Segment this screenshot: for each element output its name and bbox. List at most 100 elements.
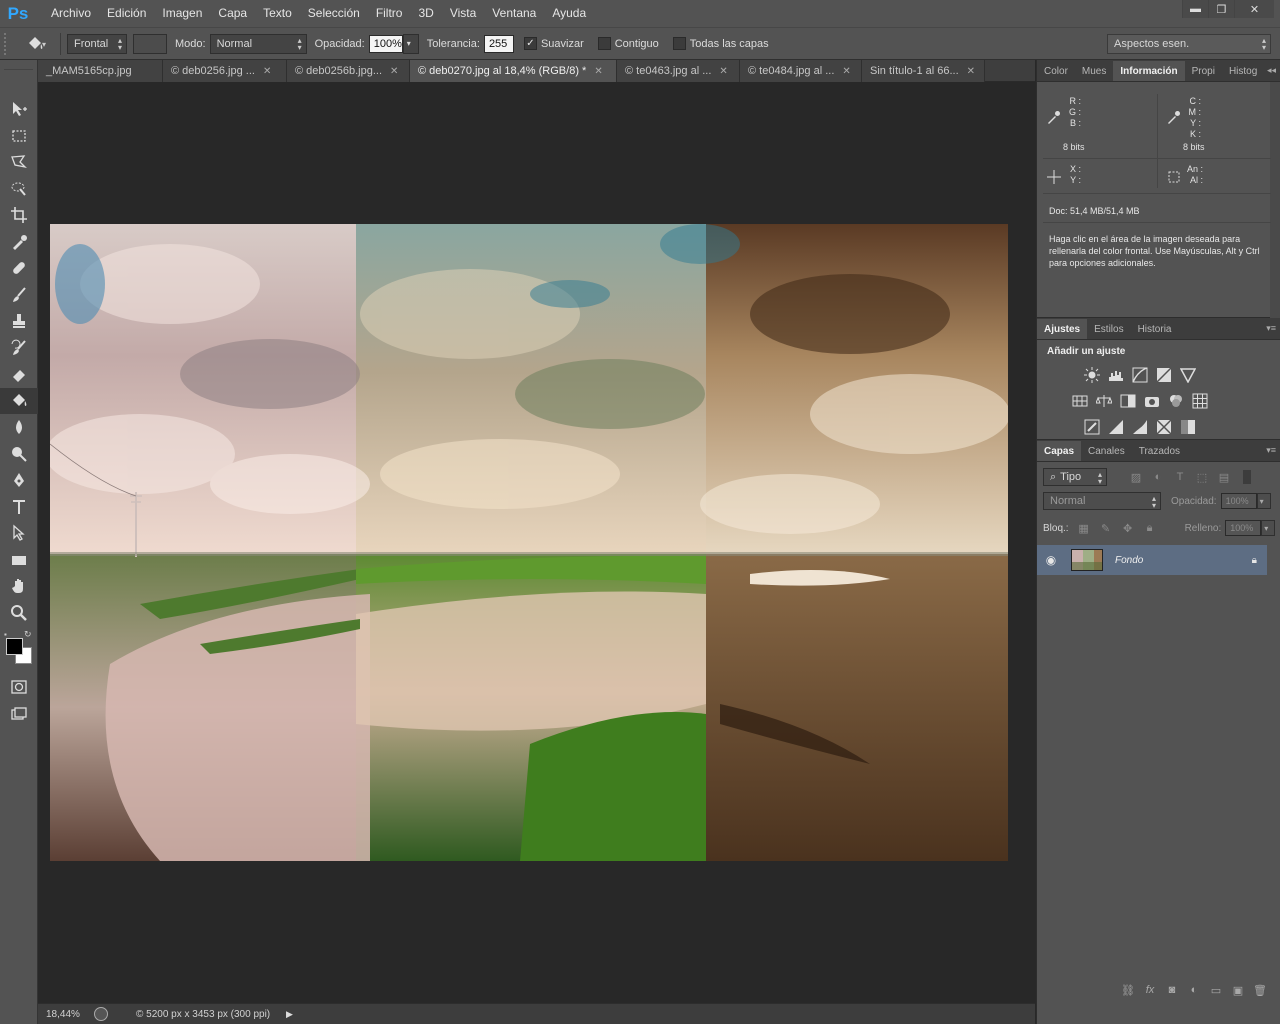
swap-colors-icon[interactable]: ↻ (24, 629, 32, 640)
brightness-contrast-icon[interactable] (1083, 366, 1101, 384)
add-mask-icon[interactable]: ◙ (1161, 982, 1183, 998)
lock-transparency-icon[interactable]: ▦ (1077, 521, 1091, 535)
filter-adjustment-icon[interactable]: ◐ (1151, 470, 1165, 484)
smooth-checkbox[interactable]: ✓ (523, 37, 537, 50)
filter-shape-icon[interactable]: ⬚ (1195, 470, 1209, 484)
menu-edicion[interactable]: Edición (99, 0, 154, 27)
filter-pixel-icon[interactable]: ▨ (1129, 470, 1143, 484)
black-white-icon[interactable] (1119, 392, 1137, 410)
menu-imagen[interactable]: Imagen (154, 0, 210, 27)
path-selection-tool[interactable] (0, 520, 38, 547)
restore-button[interactable]: ❐ (1208, 0, 1234, 18)
pen-tool[interactable] (0, 467, 38, 494)
exposure-icon[interactable] (1155, 366, 1173, 384)
tab-muestras[interactable]: Mues (1075, 61, 1113, 81)
pattern-picker[interactable] (133, 33, 167, 54)
tab-mam5165cp[interactable]: _MAM5165cp.jpg (38, 60, 163, 82)
filter-smart-object-icon[interactable]: ▤ (1217, 470, 1231, 484)
opacity-dropdown[interactable]: ▾ (402, 33, 419, 54)
lock-all-icon[interactable]: 🔒︎ (1143, 521, 1157, 535)
gradient-map-icon[interactable] (1155, 418, 1173, 436)
new-group-icon[interactable]: ▭ (1205, 982, 1227, 998)
menu-capa[interactable]: Capa (210, 0, 255, 27)
minimize-button[interactable]: ▬ (1182, 0, 1208, 18)
layer-row[interactable]: ◉ Fondo 🔒︎ (1037, 545, 1267, 575)
clone-stamp-tool[interactable] (0, 308, 38, 335)
fill-source-select[interactable]: Frontal ▴ ▾ (67, 33, 127, 54)
quick-mask-button[interactable] (0, 674, 38, 701)
layer-filter-select[interactable]: ⌕ Tipo ▴ ▾ (1043, 468, 1107, 486)
posterize-icon[interactable] (1107, 418, 1125, 436)
tab-deb0270[interactable]: © deb0270.jpg al 18,4% (RGB/8) * ✕ (410, 60, 617, 82)
color-lookup-icon[interactable] (1191, 392, 1209, 410)
lock-position-icon[interactable]: ✥ (1121, 521, 1135, 535)
tool-preset-picker[interactable]: ▾ (10, 31, 54, 57)
hand-tool[interactable] (0, 573, 38, 600)
contiguous-checkbox[interactable] (597, 37, 611, 50)
levels-icon[interactable] (1107, 366, 1125, 384)
tab-estilos[interactable]: Estilos (1087, 319, 1130, 339)
history-brush-tool[interactable] (0, 335, 38, 362)
healing-brush-tool[interactable] (0, 255, 38, 282)
eyedropper-tool[interactable] (0, 229, 38, 256)
eraser-tool[interactable] (0, 361, 38, 388)
tab-histograma[interactable]: Histog (1222, 61, 1264, 81)
workspace-select[interactable]: Aspectos esen. ▴ ▾ (1107, 34, 1271, 54)
tab-sin-titulo-1[interactable]: Sin título-1 al 66... ✕ (862, 60, 985, 82)
new-layer-icon[interactable]: ▣ (1227, 982, 1249, 998)
blur-tool[interactable] (0, 414, 38, 441)
close-icon[interactable]: ✕ (842, 66, 850, 77)
tools-grip[interactable] (4, 62, 33, 70)
filter-type-icon[interactable]: T (1173, 470, 1187, 484)
photo-filter-icon[interactable] (1143, 392, 1161, 410)
marquee-tool[interactable] (0, 123, 38, 150)
crop-tool[interactable] (0, 202, 38, 229)
menu-3d[interactable]: 3D (410, 0, 441, 27)
filter-toggle[interactable] (1243, 470, 1251, 484)
layer-opacity-dropdown[interactable]: ▾ (1256, 493, 1271, 509)
quick-selection-tool[interactable] (0, 176, 38, 203)
lock-pixels-icon[interactable]: ✎ (1099, 521, 1113, 535)
menu-vista[interactable]: Vista (442, 0, 484, 27)
zoom-level[interactable]: 18,44% (38, 1009, 86, 1020)
type-tool[interactable] (0, 494, 38, 521)
close-icon[interactable]: ✕ (263, 66, 271, 77)
menu-archivo[interactable]: Archivo (43, 0, 99, 27)
threshold-icon[interactable] (1131, 418, 1149, 436)
all-layers-checkbox[interactable] (672, 37, 686, 50)
close-icon[interactable]: ✕ (594, 66, 602, 77)
tab-propiedades[interactable]: Propi (1185, 61, 1222, 81)
close-icon[interactable]: ✕ (390, 66, 398, 77)
menu-filtro[interactable]: Filtro (368, 0, 411, 27)
vibrance-icon[interactable] (1179, 366, 1197, 384)
tab-capas[interactable]: Capas (1037, 441, 1082, 461)
tab-deb0256b[interactable]: © deb0256b.jpg... ✕ (287, 60, 410, 82)
close-button[interactable]: ✕ (1234, 0, 1274, 18)
close-icon[interactable]: ✕ (719, 66, 727, 77)
proof-setup-icon[interactable] (94, 1007, 108, 1021)
menu-ayuda[interactable]: Ayuda (544, 0, 594, 27)
menu-texto[interactable]: Texto (255, 0, 300, 27)
new-adjustment-icon[interactable]: ◐ (1183, 982, 1205, 998)
tab-te0463[interactable]: © te0463.jpg al ... ✕ (617, 60, 740, 82)
layer-fill-dropdown[interactable]: ▾ (1261, 520, 1276, 536)
foreground-color[interactable] (6, 638, 23, 655)
dodge-tool[interactable] (0, 441, 38, 468)
invert-icon[interactable] (1083, 418, 1101, 436)
panel-menu-icon[interactable]: ▾≡ (1266, 323, 1276, 334)
paint-bucket-tool[interactable] (0, 387, 38, 414)
layer-fill-field[interactable]: 100% (1225, 520, 1262, 536)
visibility-eye-icon[interactable]: ◉ (1037, 553, 1065, 567)
status-menu-arrow-icon[interactable]: ▶ (286, 1009, 293, 1020)
tolerance-field[interactable]: 255 (483, 34, 514, 53)
canvas-area[interactable] (38, 82, 1035, 1002)
lasso-tool[interactable] (0, 149, 38, 176)
hue-saturation-icon[interactable] (1071, 392, 1089, 410)
panel-scrollbar[interactable] (1270, 82, 1280, 322)
tab-deb0256[interactable]: © deb0256.jpg ... ✕ (163, 60, 287, 82)
document-image[interactable] (50, 224, 1008, 861)
rectangle-tool[interactable] (0, 547, 38, 574)
zoom-tool[interactable] (0, 600, 38, 627)
menu-ventana[interactable]: Ventana (484, 0, 544, 27)
tab-trazados[interactable]: Trazados (1132, 441, 1187, 461)
